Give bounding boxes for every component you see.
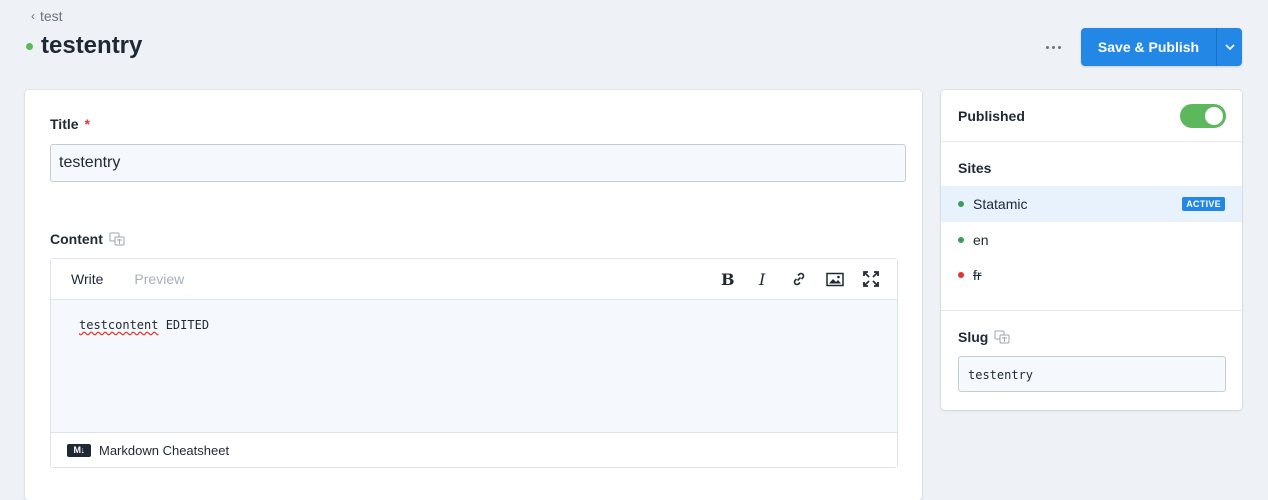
sites-label: Sites <box>958 160 992 176</box>
page-header: testentry <box>26 32 142 60</box>
main-form-card: Title * testentry Content Write Preview B… <box>25 90 922 500</box>
published-label: Published <box>958 108 1025 124</box>
link-icon[interactable] <box>789 269 809 289</box>
editor-toolbar: Write Preview B I <box>51 259 897 300</box>
sidebar-card: Published Sites Statamic ACTIVE en fr Sl… <box>941 90 1242 410</box>
published-status-dot <box>26 42 33 50</box>
site-item-fr[interactable]: fr <box>941 257 1242 293</box>
breadcrumb-link[interactable]: test <box>40 8 63 24</box>
svg-text:I: I <box>758 271 766 287</box>
title-label-text: Title <box>50 116 79 132</box>
content-label-text: Content <box>50 231 103 247</box>
breadcrumb[interactable]: ‹ test <box>31 8 63 24</box>
publish-button-group: Save & Publish <box>1081 28 1242 66</box>
dot-icon <box>1057 45 1061 49</box>
chevron-down-icon <box>1224 44 1235 50</box>
image-icon[interactable] <box>825 269 845 289</box>
divider <box>941 141 1242 142</box>
editor-content: testcontent EDITED <box>79 318 209 332</box>
more-actions-button[interactable] <box>1040 38 1066 56</box>
site-status-dot <box>958 272 964 278</box>
markdown-cheatsheet-link[interactable]: Markdown Cheatsheet <box>99 443 229 458</box>
site-name: en <box>973 232 989 248</box>
dot-icon <box>1045 45 1049 49</box>
editor-text-rest: EDITED <box>158 318 210 332</box>
fullscreen-icon[interactable] <box>861 269 881 289</box>
slug-input[interactable]: testentry <box>958 356 1226 392</box>
published-section: Published <box>941 90 1242 141</box>
save-publish-button[interactable]: Save & Publish <box>1081 28 1217 66</box>
slug-label-text: Slug <box>958 329 989 345</box>
site-status-dot <box>958 201 964 207</box>
slug-field-label: Slug <box>958 329 1011 345</box>
editor-textarea[interactable]: testcontent EDITED <box>51 300 897 432</box>
site-name: fr <box>973 267 982 283</box>
active-badge: ACTIVE <box>1182 197 1225 211</box>
content-field-label: Content <box>50 231 126 247</box>
divider <box>941 310 1242 311</box>
site-status-dot <box>958 237 964 243</box>
tab-write[interactable]: Write <box>51 271 103 287</box>
svg-text:B: B <box>721 271 734 287</box>
chevron-left-icon: ‹ <box>31 9 35 23</box>
published-toggle[interactable] <box>1180 104 1226 128</box>
title-field-label: Title * <box>50 116 90 132</box>
page-title: testentry <box>41 32 143 59</box>
site-name: Statamic <box>973 196 1028 212</box>
editor-footer: M↓ Markdown Cheatsheet <box>51 432 897 467</box>
markdown-editor: Write Preview B I testcontent EDITED M↓ … <box>50 258 898 468</box>
site-item-statamic[interactable]: Statamic ACTIVE <box>941 186 1242 222</box>
site-item-en[interactable]: en <box>941 222 1242 258</box>
publish-options-button[interactable] <box>1217 28 1242 66</box>
required-marker: * <box>84 116 90 132</box>
translate-icon[interactable] <box>994 330 1011 345</box>
bold-icon[interactable]: B <box>717 269 737 289</box>
misspelled-word: testcontent <box>79 318 159 332</box>
toggle-knob <box>1205 107 1223 125</box>
tab-preview[interactable]: Preview <box>103 271 184 287</box>
markdown-icon: M↓ <box>67 443 91 457</box>
translate-icon[interactable] <box>109 232 126 247</box>
italic-icon[interactable]: I <box>753 269 773 289</box>
title-input[interactable]: testentry <box>50 144 906 182</box>
dot-icon <box>1051 45 1055 49</box>
